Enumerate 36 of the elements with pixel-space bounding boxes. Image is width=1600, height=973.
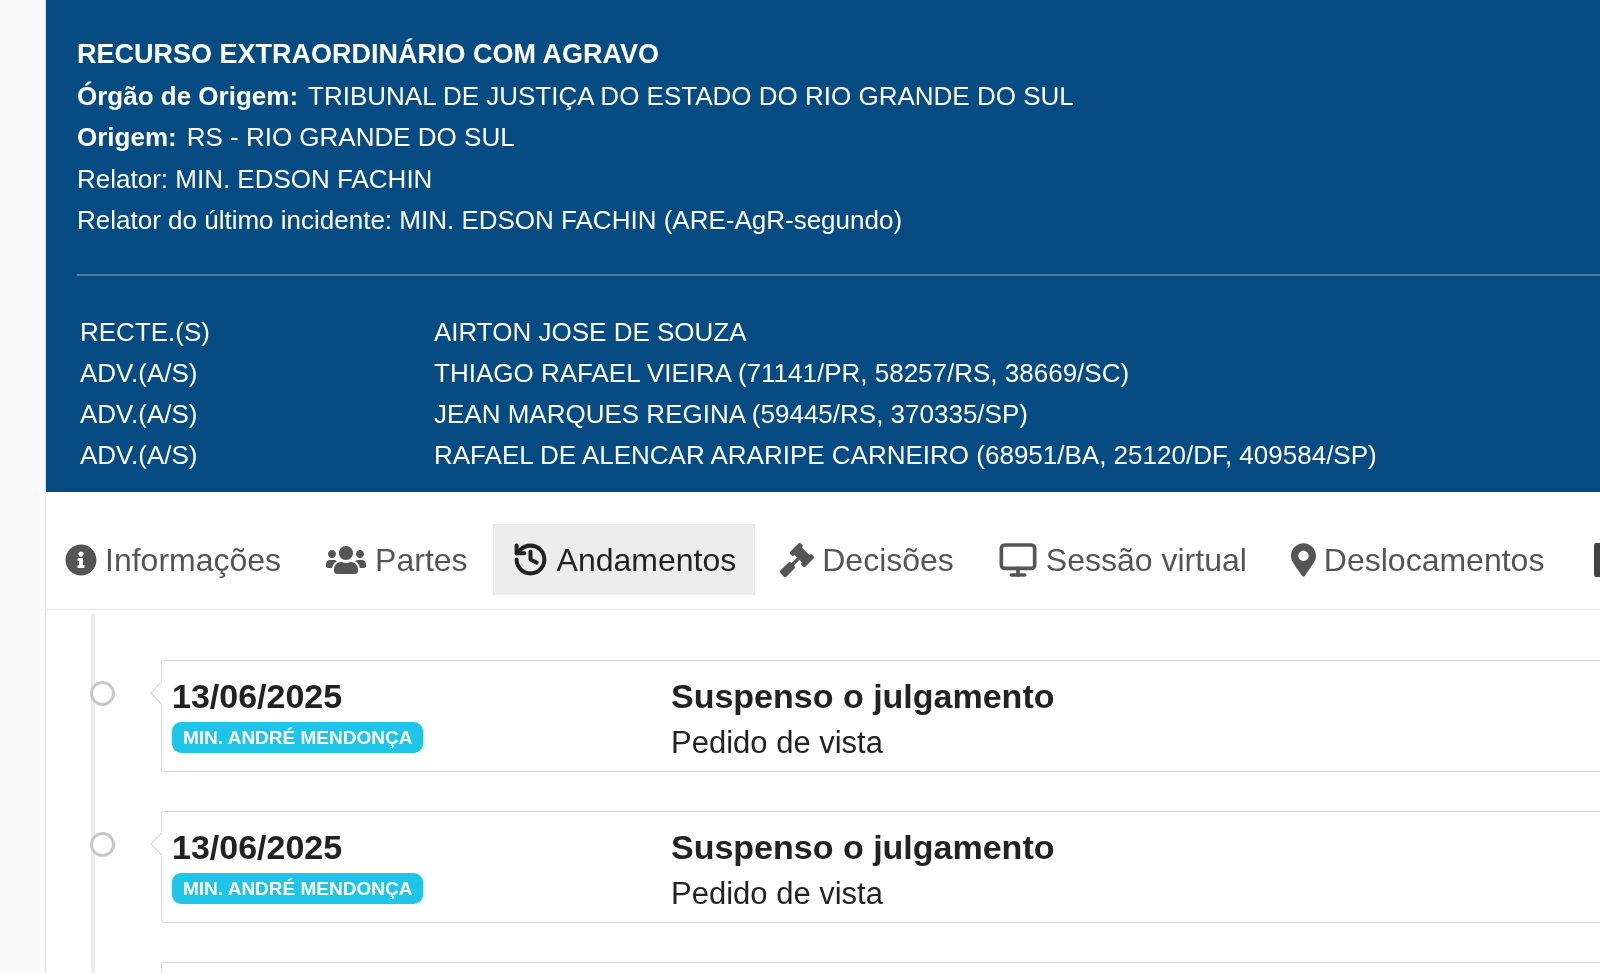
tab[interactable]: Partes: [306, 524, 487, 595]
party-role: ADV.(A/S): [80, 439, 199, 473]
party-role: RECTE.(S): [80, 315, 211, 349]
timeline-marker-icon: [90, 681, 115, 706]
entry-detail: Pedido de vista: [671, 875, 883, 913]
people-icon: [325, 543, 368, 576]
minister-tag: MIN. ANDRÉ MENDONÇA: [172, 873, 424, 904]
party-name: RAFAEL DE ALENCAR ARARIPE CARNEIRO (68951/BA, 25120/DF, 409584/SP): [434, 439, 1378, 473]
map-pin-icon: [1290, 542, 1316, 577]
tab[interactable]: Andamentos: [492, 524, 756, 595]
entry-title: Suspenso o julgamento: [671, 827, 1055, 867]
tab[interactable]: Deslocamentos: [1271, 524, 1564, 595]
info-line: Relator: MIN. EDSON FACHIN: [77, 162, 434, 196]
case-title: RECURSO EXTRAORDINÁRIO COM AGRAVO: [77, 37, 661, 71]
field-value: TRIBUNAL DE JUSTIÇA DO ESTADO DO RIO GRANDE DO SUL: [308, 79, 1074, 113]
minister-tag: MIN. ANDRÉ MENDONÇA: [172, 722, 424, 753]
tab[interactable]: Decisões: [761, 524, 973, 595]
party-name: THIAGO RAFAEL VIEIRA (71141/PR, 58257/RS, 38669/SC): [434, 356, 1131, 390]
timeline-marker-icon: [90, 832, 115, 857]
entry-date: 13/06/2025: [172, 827, 343, 867]
entry-detail: Pedido de vista: [671, 724, 883, 762]
party-name: AIRTON JOSE DE SOUZA: [434, 315, 748, 349]
field-label: Origem:: [77, 121, 177, 154]
field-value: RS - RIO GRANDE DO SUL: [186, 121, 515, 154]
info-icon: [65, 543, 97, 576]
entry-date: 13/06/2025: [172, 676, 343, 716]
cut-off-icon[interactable]: [1594, 542, 1600, 577]
info-line: Relator do último incidente: MIN. EDSON FACHIN (ARE-AgR-segundo): [77, 204, 904, 237]
tab[interactable]: Sessão virtual: [978, 524, 1266, 595]
field-label: Órgão de Origem:: [77, 79, 299, 113]
party-role: ADV.(A/S): [80, 356, 199, 390]
gavel-icon: [780, 542, 815, 577]
tab[interactable]: Informações: [46, 524, 301, 595]
party-name: JEAN MARQUES REGINA (59445/RS, 370335/SP): [434, 398, 1029, 432]
entry-title: Suspenso o julgamento: [671, 676, 1055, 716]
party-role: ADV.(A/S): [80, 398, 199, 432]
